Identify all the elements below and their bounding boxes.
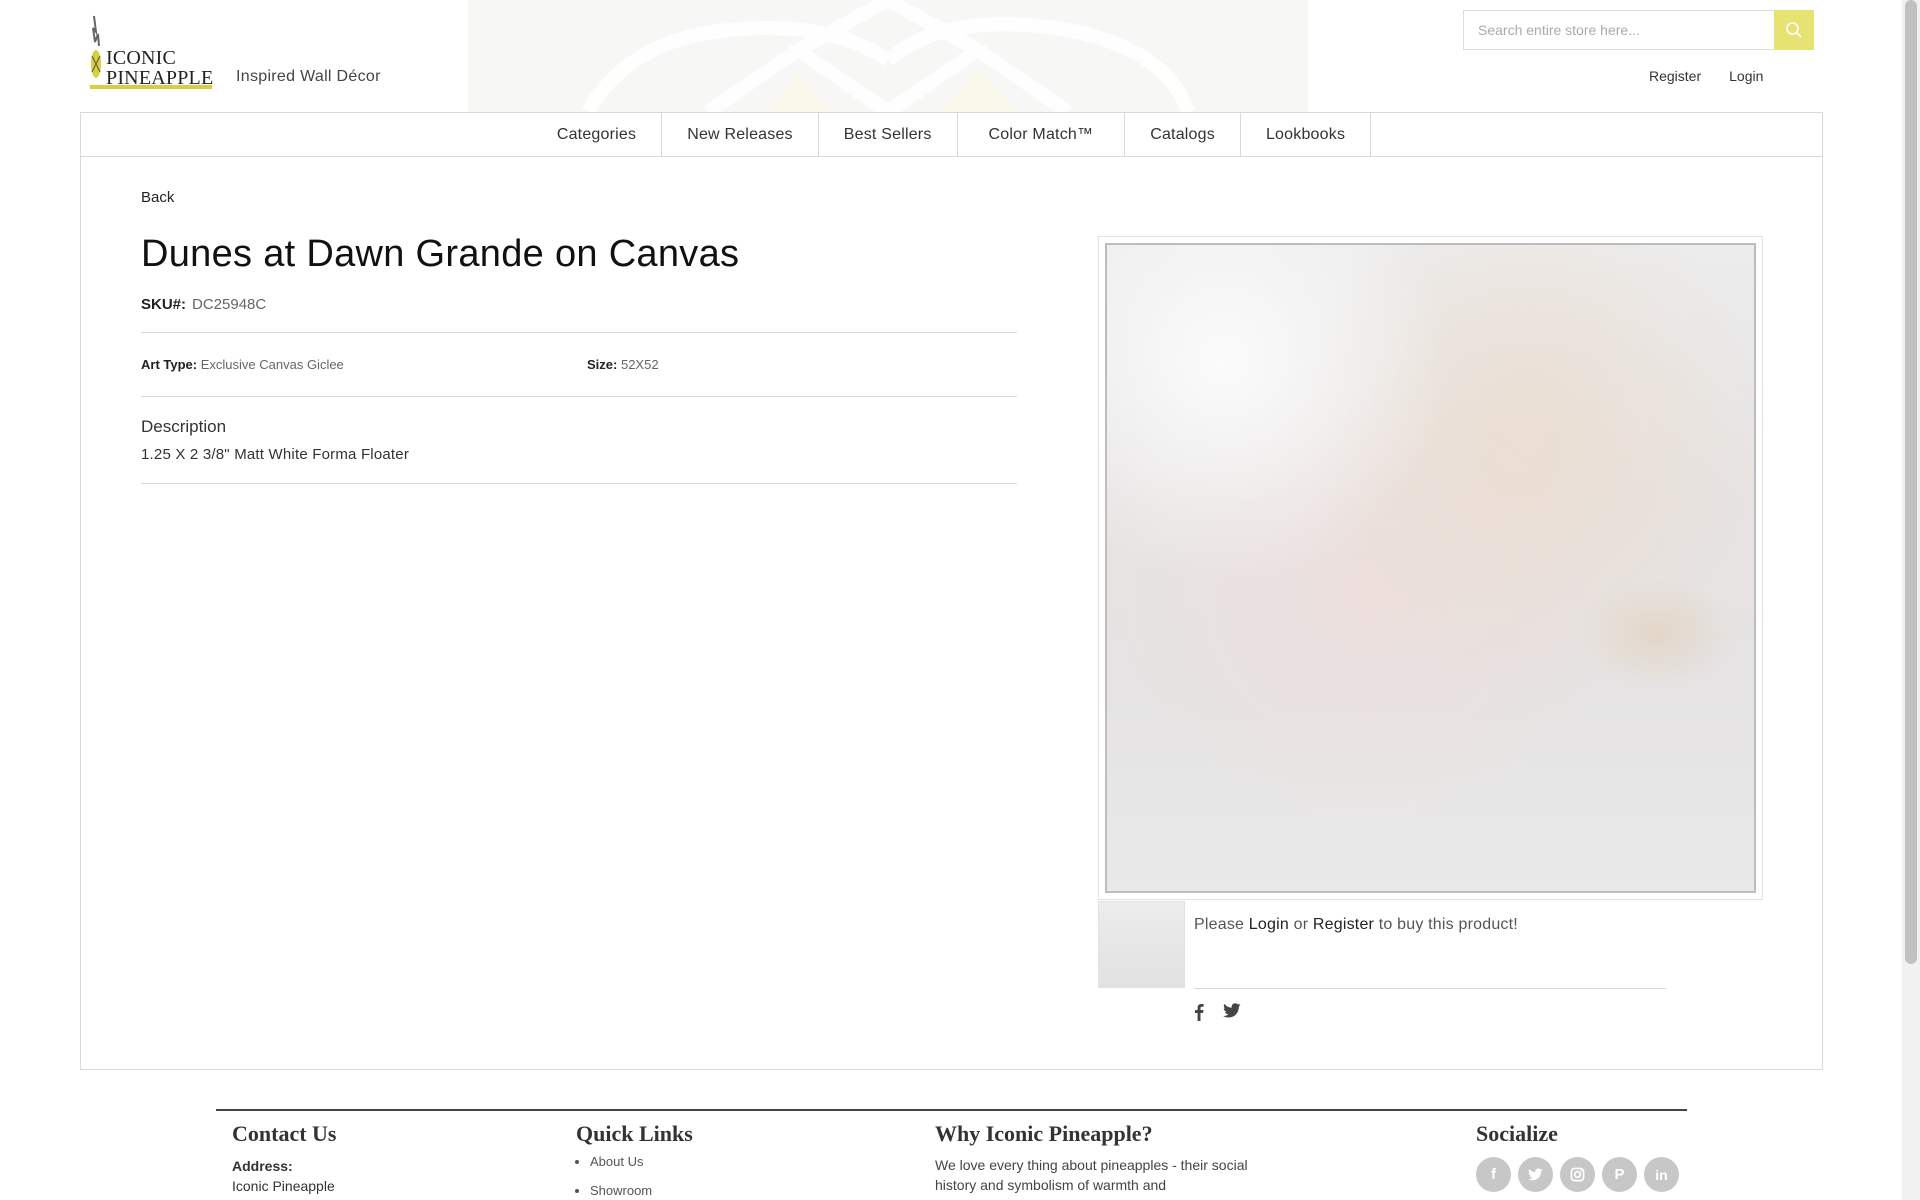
size: Size: 52X52 bbox=[587, 357, 659, 372]
divider bbox=[1194, 988, 1666, 989]
why-text: We love every thing about pineapples - t… bbox=[935, 1157, 1248, 1193]
logo-underline bbox=[90, 85, 212, 89]
search-icon bbox=[1786, 22, 1802, 38]
quick-link-showroom[interactable]: Showroom bbox=[590, 1183, 652, 1198]
footer-divider bbox=[216, 1109, 1687, 1111]
logo[interactable]: ICONIC PINEAPPLE bbox=[90, 14, 214, 90]
search-input[interactable] bbox=[1464, 11, 1774, 49]
description-heading: Description bbox=[141, 417, 227, 436]
buy-login-link[interactable]: Login bbox=[1249, 916, 1289, 933]
product-image-frame[interactable] bbox=[1098, 236, 1763, 900]
linkedin-icon[interactable]: in bbox=[1644, 1157, 1679, 1192]
divider bbox=[141, 332, 1017, 333]
twitter-icon[interactable] bbox=[1518, 1157, 1553, 1192]
contact-heading: Contact Us bbox=[232, 1121, 337, 1146]
share-links bbox=[1193, 1003, 1241, 1021]
nav-item-lookbooks[interactable]: Lookbooks bbox=[1241, 113, 1372, 157]
search-button[interactable] bbox=[1774, 10, 1814, 50]
back-link[interactable]: Back bbox=[141, 189, 174, 206]
header-decoration bbox=[468, 0, 1308, 112]
nav-item-catalogs[interactable]: Catalogs bbox=[1125, 113, 1241, 157]
art-type: Art Type: Exclusive Canvas Giclee bbox=[141, 357, 344, 372]
facebook-icon[interactable]: f bbox=[1476, 1157, 1511, 1192]
nav-item-new-releases[interactable]: New Releases bbox=[662, 113, 819, 157]
why-heading: Why Iconic Pineapple? bbox=[935, 1121, 1153, 1146]
page-scrollbar[interactable] bbox=[1902, 0, 1920, 1200]
socialize-heading: Socialize bbox=[1476, 1121, 1558, 1146]
scrollbar-thumb[interactable] bbox=[1905, 0, 1917, 964]
main-nav: Categories New Releases Best Sellers Col… bbox=[81, 113, 1822, 157]
account-links: Register Login bbox=[1649, 68, 1791, 84]
register-link[interactable]: Register bbox=[1649, 68, 1701, 84]
login-link[interactable]: Login bbox=[1729, 68, 1763, 84]
nav-item-best-sellers[interactable]: Best Sellers bbox=[819, 113, 958, 157]
quick-links-list: About Us Showroom bbox=[578, 1154, 652, 1200]
address-line: Iconic Pineapple bbox=[232, 1178, 335, 1194]
divider bbox=[141, 483, 1017, 484]
address-label: Address: bbox=[232, 1158, 293, 1174]
product-image[interactable] bbox=[1105, 243, 1756, 893]
instagram-icon[interactable] bbox=[1560, 1157, 1595, 1192]
buy-register-link[interactable]: Register bbox=[1313, 916, 1374, 933]
site-header: ICONIC PINEAPPLE Inspired Wall Décor Reg… bbox=[0, 0, 1920, 112]
buy-message: Please Login or Register to buy this pro… bbox=[1194, 916, 1518, 933]
tagline: Inspired Wall Décor bbox=[236, 68, 381, 85]
pinterest-icon[interactable]: P bbox=[1602, 1157, 1637, 1192]
nav-item-color-match[interactable]: Color Match™ bbox=[958, 113, 1126, 157]
product-title: Dunes at Dawn Grande on Canvas bbox=[141, 233, 740, 275]
quick-links-heading: Quick Links bbox=[576, 1121, 693, 1146]
main-container: Categories New Releases Best Sellers Col… bbox=[80, 112, 1823, 1070]
divider bbox=[141, 396, 1017, 397]
product-sku: SKU#: DC25948C bbox=[141, 296, 267, 313]
twitter-icon[interactable] bbox=[1223, 1003, 1241, 1018]
description-text: 1.25 X 2 3/8" Matt White Forma Floater bbox=[141, 446, 410, 463]
brand-name: ICONIC PINEAPPLE bbox=[106, 47, 214, 89]
product-thumbnail[interactable] bbox=[1098, 901, 1185, 988]
facebook-icon[interactable] bbox=[1193, 1003, 1205, 1021]
social-links: f P in bbox=[1476, 1157, 1679, 1192]
quick-link-about-us[interactable]: About Us bbox=[590, 1154, 652, 1169]
nav-item-categories[interactable]: Categories bbox=[102, 113, 663, 157]
search-box bbox=[1463, 10, 1814, 50]
